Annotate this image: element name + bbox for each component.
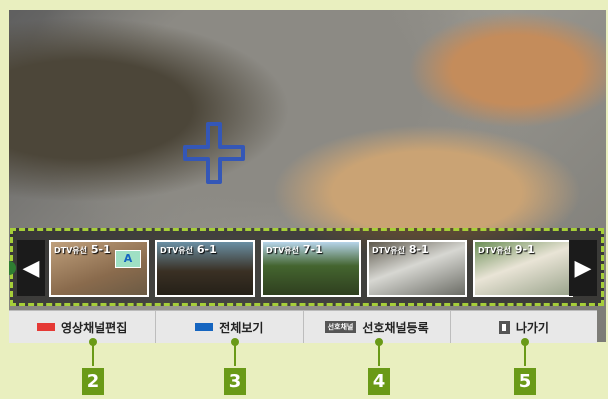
channel-prefix: DTV유선 [478,246,512,255]
exit-key-icon [498,320,510,334]
menu-label: 전체보기 [219,320,264,335]
channel-thumbnail-strip: ◀ DTV유선 5-1 A DTV유선 6-1 DTV유선 7-1 DTV유선 … [9,228,604,306]
callout-number: 2 [82,368,104,395]
channel-number: 6-1 [196,243,217,256]
view-all-button[interactable]: 전체보기 [156,311,304,343]
callout-line [378,342,380,366]
channel-number: 5-1 [90,243,111,256]
callout-number: 4 [368,368,390,395]
callout-number: 5 [514,368,536,395]
callout-number: 3 [224,368,246,395]
blue-key-icon [195,323,214,331]
bottom-menu-bar: 영상채널편집 전체보기 선호채널 선호채널등록 나가기 [9,310,597,343]
strip-marker-icon [9,261,16,275]
left-arrow-icon: ◀ [22,255,40,281]
callout-line [92,342,94,366]
menu-label: 선호채널등록 [362,320,429,335]
channel-prefix: DTV유선 [266,246,300,255]
channel-thumbnail-9-1[interactable]: DTV유선 9-1 [473,240,573,297]
edit-video-channels-button[interactable]: 영상채널편집 [9,311,157,343]
channel-prefix: DTV유선 [54,246,88,255]
channel-prefix: DTV유선 [160,246,194,255]
channel-prefix: DTV유선 [372,246,406,255]
callout-line [524,342,526,366]
menu-label: 영상채널편집 [61,320,128,335]
channel-thumbnail-5-1[interactable]: DTV유선 5-1 A [49,240,149,297]
next-channel-button[interactable]: ▶ [569,240,597,296]
right-arrow-icon: ▶ [574,255,592,281]
callout-line [234,342,236,366]
channel-number: 7-1 [302,243,323,256]
previous-channel-button[interactable]: ◀ [17,240,45,296]
channel-thumbnail-6-1[interactable]: DTV유선 6-1 [155,240,255,297]
red-key-icon [37,323,55,331]
channel-number: 9-1 [514,243,535,256]
channel-thumbnail-8-1[interactable]: DTV유선 8-1 [367,240,467,297]
tv-screen: ◀ DTV유선 5-1 A DTV유선 6-1 DTV유선 7-1 DTV유선 … [9,10,606,342]
channel-badge: A [115,250,141,268]
channel-thumbnail-7-1[interactable]: DTV유선 7-1 [261,240,361,297]
channel-number: 8-1 [408,243,429,256]
menu-label: 나가기 [515,320,549,335]
move-cursor-icon [183,122,245,184]
favorite-key-icon: 선호채널 [324,321,357,333]
